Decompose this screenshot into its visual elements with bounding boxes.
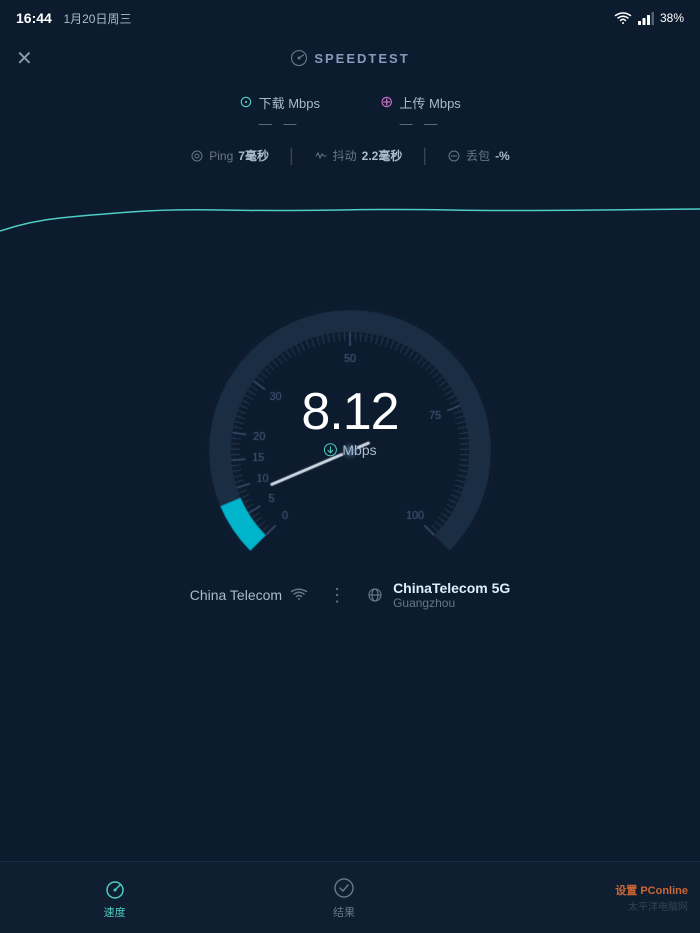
download-value: — — xyxy=(259,116,301,131)
wifi-provider-icon xyxy=(290,588,308,602)
upload-icon: ⊕ xyxy=(380,92,393,112)
nav-results[interactable]: 结果 xyxy=(229,876,458,920)
bottom-nav: 速度 结果 设置 PConline 太平洋电脑网 xyxy=(0,861,700,933)
signal-icon xyxy=(638,11,654,25)
nav-results-label: 结果 xyxy=(333,904,355,920)
stats-row: Ping 7毫秒 | 抖动 2.2毫秒 | 丢包 -% xyxy=(0,135,700,176)
wifi-status-icon xyxy=(614,11,632,25)
isp-name: China Telecom xyxy=(190,587,282,603)
speed-display: 8.12 xyxy=(301,386,398,438)
upload-label: 上传 Mbps xyxy=(399,93,460,112)
status-right: 38% xyxy=(614,11,684,25)
app-title-text: SPEEDTEST xyxy=(314,51,409,66)
app-title: SPEEDTEST xyxy=(290,49,409,67)
server-name: ChinaTelecom 5G xyxy=(393,580,510,596)
gauge-section: 8.12 Mbps xyxy=(0,256,700,556)
gauge-container: 8.12 Mbps xyxy=(180,276,520,556)
download-icon: ⊙ xyxy=(239,92,252,112)
provider-server: ChinaTelecom 5G Guangzhou xyxy=(367,580,510,610)
jitter-icon xyxy=(314,149,328,163)
site-name: 太平洋电脑网 xyxy=(628,898,688,913)
ping-icon xyxy=(190,149,204,163)
brand-online: online xyxy=(656,885,688,897)
status-time-date: 16:44 1月20日周三 xyxy=(16,10,131,27)
loss-value: -% xyxy=(495,149,510,163)
jitter-label: 抖动 xyxy=(333,147,357,164)
watermark: 设置 PConline xyxy=(615,882,688,898)
jitter-value: 2.2毫秒 xyxy=(362,147,403,164)
close-button[interactable]: ✕ xyxy=(16,46,33,71)
status-time: 16:44 xyxy=(16,10,52,26)
settings-label: 设置 xyxy=(615,885,640,897)
ping-label: Ping xyxy=(209,149,233,163)
globe-icon xyxy=(367,587,383,603)
provider-isp: China Telecom xyxy=(190,587,308,603)
loss-icon xyxy=(447,149,461,163)
provider-row: China Telecom ⋮ ChinaTelecom 5G Guangzho… xyxy=(0,580,700,610)
gauge-unit: Mbps xyxy=(342,442,376,458)
speed-nav-icon xyxy=(103,876,127,900)
status-bar: 16:44 1月20日周三 38% xyxy=(0,0,700,36)
download-section: ⊙ 下载 Mbps — — xyxy=(239,92,320,131)
graph-area xyxy=(0,176,700,256)
upload-value: — — xyxy=(400,116,442,131)
server-city: Guangzhou xyxy=(393,596,510,610)
battery-level: 38% xyxy=(660,11,684,25)
top-bar: ✕ SPEEDTEST xyxy=(0,36,700,80)
speed-labels: ⊙ 下载 Mbps — — ⊕ 上传 Mbps — — xyxy=(0,80,700,135)
brand-pc: PC xyxy=(640,885,655,897)
loss-label: 丢包 xyxy=(466,147,490,164)
ping-stat: Ping 7毫秒 xyxy=(170,147,289,164)
nav-speed-label: 速度 xyxy=(104,904,126,920)
speedtest-icon xyxy=(290,49,308,67)
download-label: 下载 Mbps xyxy=(259,93,320,112)
more-options-button[interactable]: ⋮ xyxy=(328,585,347,606)
ping-value: 7毫秒 xyxy=(238,147,269,164)
loss-stat: 丢包 -% xyxy=(427,147,530,164)
nav-speed[interactable]: 速度 xyxy=(0,876,229,920)
gauge-center: 8.12 Mbps xyxy=(301,386,398,458)
speed-graph xyxy=(0,176,700,256)
nav-right-info: 设置 PConline 太平洋电脑网 xyxy=(459,882,700,913)
jitter-stat: 抖动 2.2毫秒 xyxy=(294,147,423,164)
upload-section: ⊕ 上传 Mbps — — xyxy=(380,92,461,131)
download-gauge-icon xyxy=(323,443,337,457)
server-info: ChinaTelecom 5G Guangzhou xyxy=(393,580,510,610)
status-date: 1月20日周三 xyxy=(63,12,131,26)
results-nav-icon xyxy=(332,876,356,900)
